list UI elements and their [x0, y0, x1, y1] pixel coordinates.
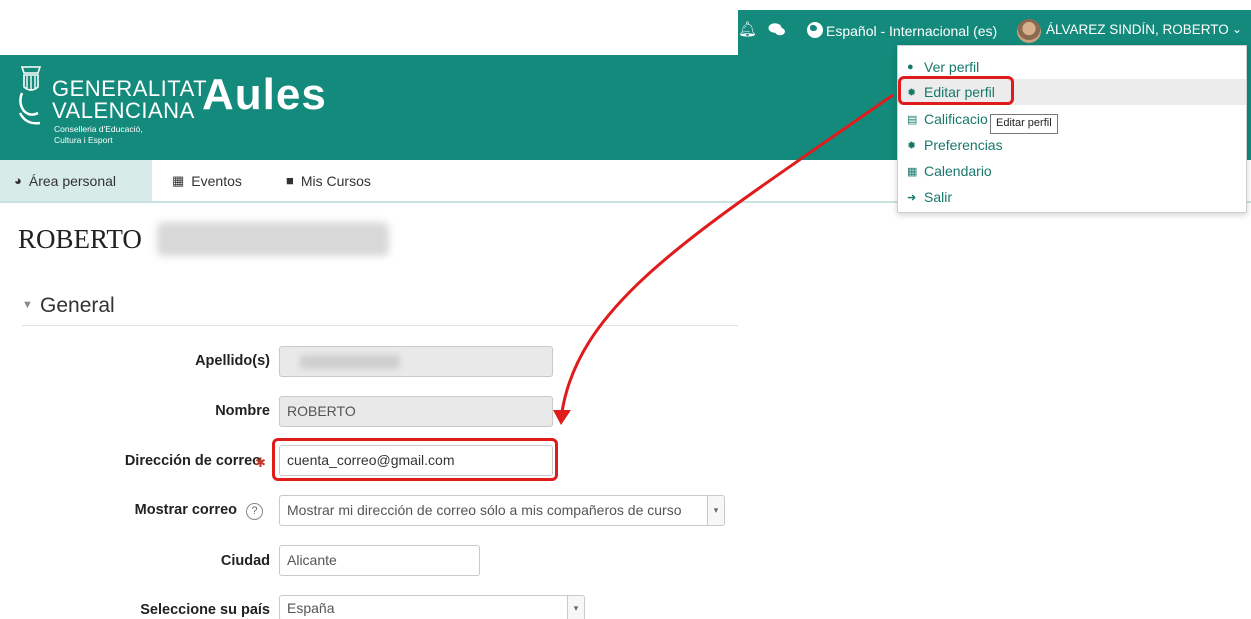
page-title: ROBERTO — [18, 224, 142, 254]
user-dropdown-menu: ● Ver perfil ✹ Editar perfil ▤ Calificac… — [897, 45, 1247, 213]
dashboard-icon: ◕ — [14, 173, 22, 188]
tooltip: Editar perfil — [990, 114, 1058, 134]
briefcase-icon: ■ — [286, 173, 294, 188]
nav-label: Eventos — [191, 172, 242, 189]
generalitat-emblem-icon — [18, 66, 42, 125]
section-title: General — [40, 294, 115, 317]
aules-logo[interactable]: Aules — [202, 70, 327, 120]
nav-item-eventos[interactable]: ▦ Eventos — [158, 160, 256, 201]
menu-label: Preferencias — [924, 137, 1003, 153]
help-icon[interactable]: ? — [246, 503, 263, 520]
chevron-down-icon[interactable]: ⌄ — [1232, 22, 1242, 36]
menu-label: Salir — [924, 189, 953, 205]
gear-icon: ✹ — [907, 139, 917, 152]
chevron-down-icon[interactable]: ▾ — [567, 596, 584, 619]
nombre-field: ROBERTO — [279, 396, 553, 427]
pais-select[interactable]: España ▾ — [279, 595, 585, 619]
menu-label: Calificacio — [924, 111, 988, 127]
conselleria-line1: Conselleria d'Educació, — [54, 124, 143, 134]
user-icon: ● — [907, 61, 914, 73]
highlight-box-email — [272, 438, 558, 481]
calendar-icon: ▦ — [907, 165, 918, 178]
pais-label: Seleccione su país — [140, 602, 270, 618]
mostrar-correo-label: Mostrar correo — [134, 502, 237, 518]
apellido-field — [279, 346, 553, 377]
ciudad-label: Ciudad — [220, 553, 270, 569]
user-menu-toggle[interactable]: ÁLVAREZ SINDÍN, ROBERTO — [1046, 22, 1229, 37]
nav-label: Mis Cursos — [300, 172, 371, 189]
menu-item-salir[interactable]: ➜ Salir — [898, 184, 1246, 210]
required-icon: ✱ — [255, 455, 266, 470]
menu-label: Ver perfil — [924, 59, 980, 75]
nav-label: Área personal — [28, 172, 117, 189]
menu-item-preferencias[interactable]: ✹ Preferencias — [898, 132, 1246, 158]
comments-icon[interactable] — [768, 22, 786, 42]
caret-down-icon[interactable]: ▼ — [22, 299, 33, 311]
nombre-label: Nombre — [215, 403, 270, 419]
globe-icon[interactable] — [807, 22, 823, 38]
section-general[interactable]: ▼ General — [22, 294, 738, 326]
select-value: España — [287, 600, 335, 616]
select-value: Mostrar mi dirección de correo sólo a mi… — [287, 502, 682, 518]
apellido-label: Apellido(s) — [195, 353, 270, 369]
sign-out-icon: ➜ — [907, 191, 917, 204]
menu-label: Calendario — [924, 163, 992, 179]
avatar[interactable] — [1017, 19, 1041, 43]
blurred-value — [300, 355, 400, 369]
blurred-surname — [157, 222, 389, 256]
ciudad-field[interactable]: Alicante — [279, 545, 480, 576]
nav-item-mis-cursos[interactable]: ■ Mis Cursos — [272, 160, 385, 201]
nav-item-area-personal[interactable]: ◕ Área personal — [0, 160, 152, 201]
chevron-down-icon[interactable]: ▾ — [707, 496, 724, 525]
menu-item-calendario[interactable]: ▦ Calendario — [898, 158, 1246, 184]
highlight-box-editar-perfil — [898, 76, 1014, 105]
bell-icon[interactable]: 🔔︎ — [738, 22, 757, 38]
generalitat-title-line2: VALENCIANA — [52, 98, 195, 123]
mostrar-correo-select[interactable]: Mostrar mi dirección de correo sólo a mi… — [279, 495, 725, 526]
menu-item-calificaciones[interactable]: ▤ Calificacio — [898, 106, 1246, 132]
language-selector[interactable]: Español - Internacional (es) — [826, 23, 997, 39]
table-icon: ▤ — [907, 113, 918, 126]
calendar-icon: ▦ — [172, 172, 185, 188]
conselleria-line2: Cultura i Esport — [54, 135, 113, 145]
email-label: Dirección de correo — [124, 453, 261, 469]
